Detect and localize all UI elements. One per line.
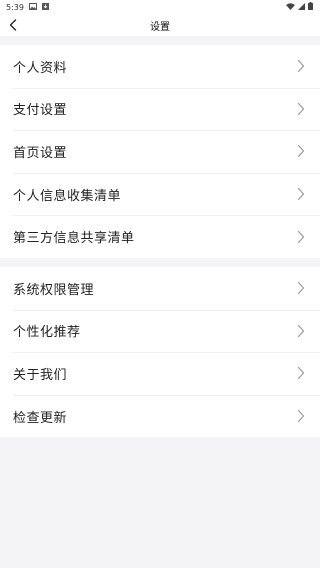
page-title: 设置 [150, 21, 170, 33]
chevron-left-icon [9, 16, 17, 35]
chevron-right-icon [297, 324, 305, 338]
settings-group-2: 系统权限管理 个性化推荐 关于我们 检查更新 [0, 266, 320, 438]
settings-item-label: 首页设置 [13, 145, 68, 161]
nav-bar: 设置 [0, 14, 320, 36]
settings-item-label: 系统权限管理 [13, 282, 95, 298]
settings-item-permissions[interactable]: 系统权限管理 [0, 267, 320, 310]
status-bar: 5:39 [0, 0, 320, 14]
status-time: 5:39 [6, 2, 24, 12]
settings-item-label: 个人信息收集清单 [13, 188, 122, 204]
chevron-right-icon [297, 366, 305, 380]
settings-item-personal-info-list[interactable]: 个人信息收集清单 [0, 172, 320, 216]
settings-item-about-us[interactable]: 关于我们 [0, 352, 320, 395]
signal-icon [298, 2, 305, 12]
download-icon [41, 2, 49, 12]
chevron-right-icon [297, 187, 305, 201]
settings-item-label: 个人资料 [13, 60, 68, 76]
settings-item-profile[interactable]: 个人资料 [0, 45, 320, 88]
settings-item-homepage[interactable]: 首页设置 [0, 130, 320, 173]
chevron-right-icon [297, 144, 305, 158]
settings-item-payment[interactable]: 支付设置 [0, 87, 320, 131]
settings-item-label: 关于我们 [13, 367, 68, 383]
status-right [286, 2, 313, 12]
chevron-right-icon [297, 102, 305, 116]
chevron-right-icon [297, 59, 305, 73]
chevron-right-icon [297, 281, 305, 295]
settings-item-check-update[interactable]: 检查更新 [0, 394, 320, 438]
chevron-right-icon [297, 409, 305, 423]
settings-item-label: 个性化推荐 [13, 325, 81, 341]
section-gap [0, 36, 320, 45]
battery-icon [308, 2, 313, 12]
image-icon [28, 2, 37, 12]
settings-item-personalized-recommend[interactable]: 个性化推荐 [0, 309, 320, 353]
settings-item-third-party-sharing[interactable]: 第三方信息共享清单 [0, 215, 320, 258]
wifi-icon [286, 2, 295, 12]
settings-item-label: 检查更新 [13, 410, 68, 426]
back-button[interactable] [6, 17, 20, 33]
settings-item-label: 支付设置 [13, 103, 68, 119]
chevron-right-icon [297, 230, 305, 244]
settings-item-label: 第三方信息共享清单 [13, 231, 135, 247]
status-left: 5:39 [6, 2, 49, 12]
section-gap [0, 257, 320, 267]
settings-group-1: 个人资料 支付设置 首页设置 个人信息收集清单 第三方信息共享清单 [0, 45, 320, 258]
